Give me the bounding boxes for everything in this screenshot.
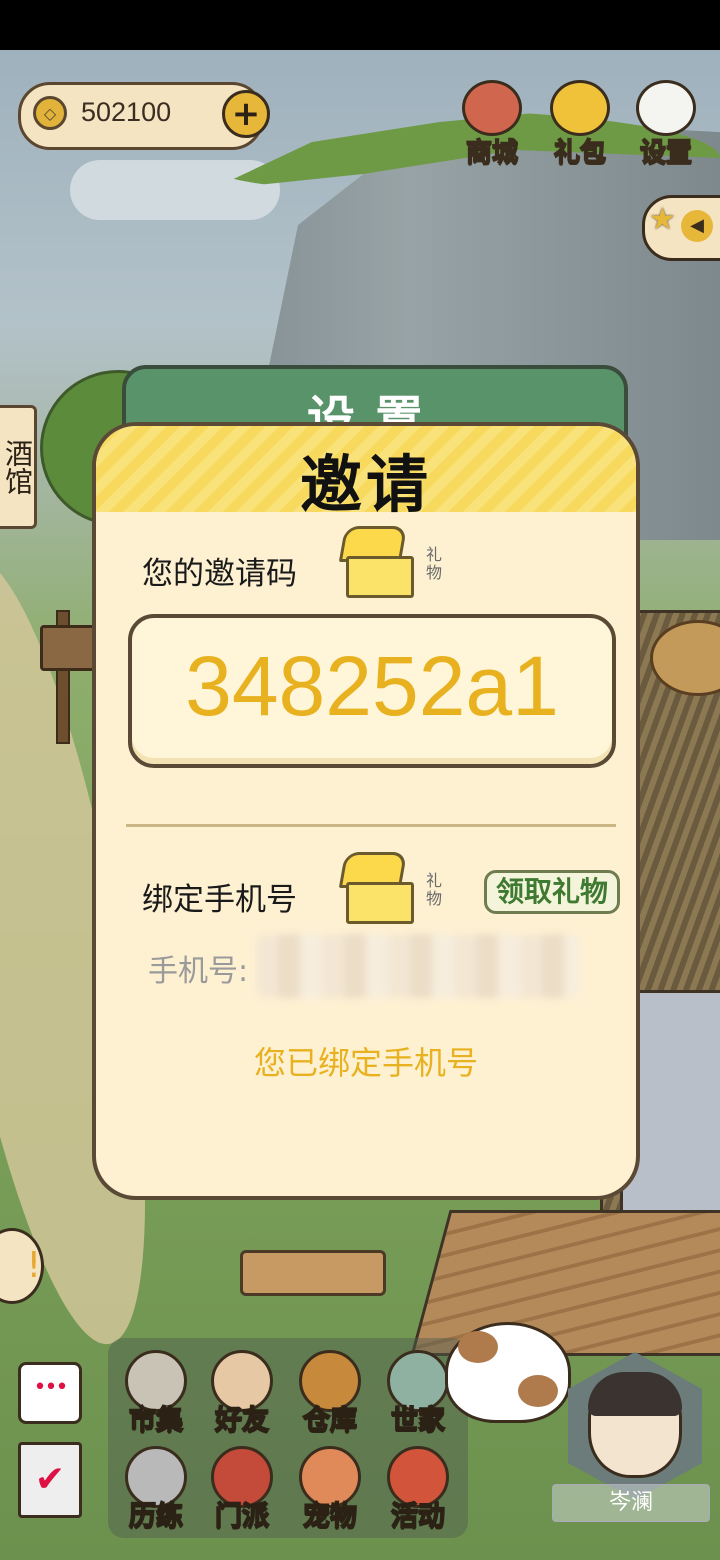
gift-label: 礼物 [425,871,442,908]
gift-label: 礼物 [425,545,442,582]
shop-bag-icon [462,80,522,136]
bound-message: 您已绑定手机号 [253,1044,478,1082]
settings-button[interactable]: 设置 [624,80,708,170]
side-panel-toggle[interactable]: ★ ◀ [642,195,720,261]
nav-market[interactable]: 市集 [112,1350,200,1446]
nav-label: 宠物 [302,1500,358,1533]
nav-warehouse[interactable]: 仓库 [286,1350,374,1446]
nav-label: 世家 [390,1404,446,1437]
wooden-deck [410,1210,720,1356]
nav-training[interactable]: 历练 [112,1446,200,1542]
checkmark-icon: ✔ [34,1459,66,1500]
chat-icon: ••• [33,1375,69,1400]
shop-label: 商城 [465,137,519,169]
settings-label: 设置 [639,137,693,169]
bind-phone-label: 绑定手机号 [142,882,297,918]
divider [126,824,616,827]
tavern-button[interactable]: 酒馆 [0,405,37,529]
dialog-title: 邀请 [299,448,432,521]
nav-label: 市集 [128,1404,184,1437]
cloud [70,160,280,220]
dog-pet[interactable] [445,1322,571,1423]
phone-number-redacted [256,934,580,998]
star-icon: ★ [649,202,676,237]
currency-value: 502100 [81,97,172,127]
treasure-chest-icon [338,526,414,598]
nav-sect[interactable]: 门派 [198,1446,286,1542]
gift-pack-label: 礼包 [553,137,607,169]
shop-button[interactable]: 商城 [450,80,534,170]
nav-events[interactable]: 活动 [374,1446,462,1542]
invite-code-label: 您的邀请码 [142,556,297,592]
nav-label: 历练 [128,1500,184,1533]
phone-label: 手机号: [148,954,249,989]
nav-label: 仓库 [302,1404,358,1437]
add-currency-button[interactable]: + [222,90,270,138]
nav-label: 活动 [390,1500,446,1533]
player-name: 岑澜 [552,1484,710,1522]
task-button[interactable]: ✔ [18,1442,82,1518]
invite-code-box[interactable]: 348252a1 [128,614,616,768]
chat-button[interactable]: ••• [18,1362,82,1424]
alert-button[interactable]: ! [0,1228,44,1304]
avatar-hair [588,1372,682,1416]
coin-icon: ◇ [33,96,67,130]
invite-code: 348252a1 [185,639,559,733]
nav-friends[interactable]: 好友 [198,1350,286,1446]
gift-pack-button[interactable]: 礼包 [538,80,622,170]
bench [240,1250,386,1296]
invite-dialog: 邀请 您的邀请码 礼物 348252a1 绑定手机号 礼物 领取礼物 手机号: … [92,422,640,1200]
settings-gear-icon [636,80,696,136]
nav-label: 好友 [214,1404,270,1437]
nav-label: 门派 [214,1500,270,1533]
nav-pet[interactable]: 宠物 [286,1446,374,1542]
status-bar [0,0,720,50]
gift-ingot-icon [550,80,610,136]
claim-gift-button[interactable]: 领取礼物 [484,870,620,914]
treasure-chest-icon [338,852,414,924]
arrow-left-icon: ◀ [681,210,713,242]
